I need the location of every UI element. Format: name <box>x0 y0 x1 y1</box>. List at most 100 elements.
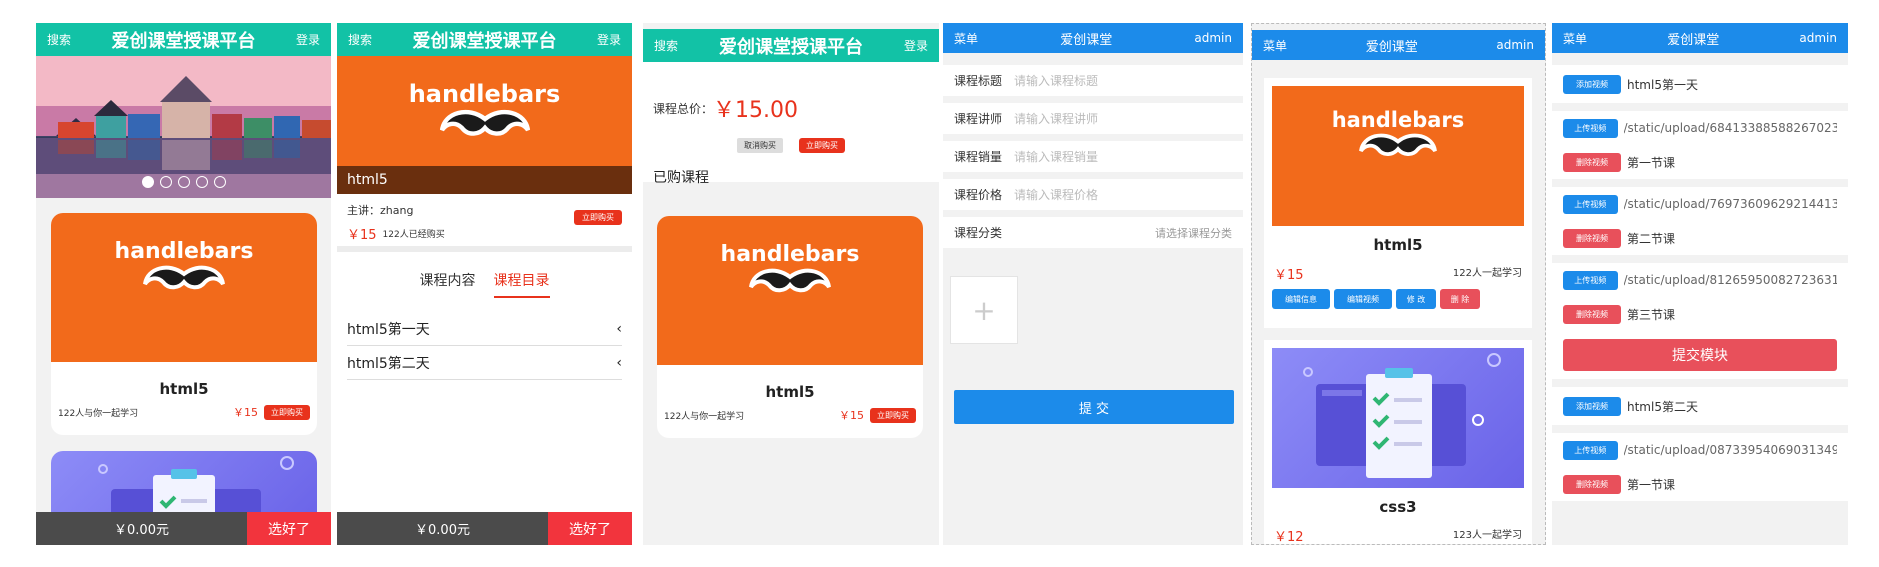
module-title: html5第二天 <box>1627 399 1698 414</box>
course-cover-handlebars: handlebars html5 <box>337 56 632 194</box>
login-link[interactable]: 登录 <box>597 31 621 48</box>
course-cover-handlebars: handlebars <box>1272 86 1524 226</box>
cart-total: ￥0.00元 <box>337 512 548 545</box>
detail-tabs: 课程内容 课程目录 <box>337 270 632 298</box>
purchased-course-card[interactable]: handlebars html5 122人与你一起学习 ￥15 立即购买 <box>657 216 923 438</box>
lesson-item[interactable]: html5第一天 ‹ <box>347 312 622 346</box>
chevron-left-icon: ‹ <box>616 354 622 371</box>
upload-video-button[interactable]: 上传视频 <box>1563 440 1618 460</box>
checkout-button[interactable]: 选好了 <box>247 512 331 545</box>
category-placeholder[interactable]: 请选择课程分类 <box>1155 225 1232 241</box>
purchase-summary: 课程总价： ￥15.00 取消购买 立即购买 已购课程 <box>643 62 939 186</box>
add-course-form-screen: 菜单 爱创课堂 admin 课程标题 请输入课程标题 课程讲师 请输入课程讲师 … <box>943 23 1243 545</box>
video-upload-row: 上传视频 /static/upload/76973609629214413... <box>1552 187 1848 221</box>
mustache-icon <box>143 265 225 290</box>
field-placeholder[interactable]: 请输入课程标题 <box>1014 72 1098 89</box>
upload-video-button[interactable]: 上传视频 <box>1563 118 1618 138</box>
admin-header: 菜单 爱创课堂 admin <box>1252 30 1545 60</box>
course-price-field[interactable]: 课程价格 请输入课程价格 <box>943 179 1243 210</box>
carousel-dot[interactable] <box>213 176 226 188</box>
cancel-purchase-button[interactable]: 取消购买 <box>737 138 783 153</box>
admin-user[interactable]: admin <box>1496 38 1534 52</box>
search-link[interactable]: 搜索 <box>348 31 372 48</box>
carousel-dot[interactable] <box>141 176 154 188</box>
cart-bar: ￥0.00元 选好了 <box>337 512 632 545</box>
module-title: html5第一天 <box>1627 77 1698 92</box>
banner-carousel[interactable] <box>36 56 331 198</box>
app-header: 搜索 爱创课堂授课平台 登录 <box>337 23 632 56</box>
menu-link[interactable]: 菜单 <box>1263 37 1287 54</box>
course-price: ￥15 <box>233 406 258 419</box>
upload-video-button[interactable]: 上传视频 <box>1563 194 1618 214</box>
mustache-icon <box>1359 133 1437 156</box>
search-link[interactable]: 搜索 <box>654 37 678 54</box>
admin-title: 爱创课堂 <box>1365 39 1418 55</box>
field-label: 课程讲师 <box>954 112 1003 126</box>
buy-now-button[interactable]: 立即购买 <box>264 404 310 420</box>
field-placeholder[interactable]: 请输入课程价格 <box>1014 186 1098 203</box>
buy-now-button[interactable]: 立即购买 <box>870 407 916 423</box>
course-card[interactable]: handlebars html5 122人与你一起学习 ￥15 立即购买 <box>51 213 317 435</box>
edit-info-button[interactable]: 编辑信息 <box>1272 289 1330 309</box>
video-path: /static/upload/81265950082723631... <box>1623 273 1838 287</box>
lesson-item[interactable]: html5第二天 ‹ <box>347 346 622 380</box>
course-cover-handlebars: handlebars <box>657 216 923 365</box>
buy-now-button[interactable]: 立即购买 <box>799 138 845 153</box>
delete-video-button[interactable]: 删除视频 <box>1563 474 1621 494</box>
mustache-icon <box>439 109 530 136</box>
delete-button[interactable]: 删 除 <box>1440 289 1480 309</box>
buyers-count: 122人已经购买 <box>382 230 445 240</box>
checkout-button[interactable]: 选好了 <box>548 512 632 545</box>
buy-now-button[interactable]: 立即购买 <box>574 210 622 225</box>
edit-video-button[interactable]: 编辑视频 <box>1334 289 1392 309</box>
course-title-field[interactable]: 课程标题 请输入课程标题 <box>943 65 1243 96</box>
purchase-screen: 搜索 爱创课堂授课平台 登录 课程总价： ￥15.00 取消购买 立即购买 已购… <box>643 23 939 545</box>
submit-button[interactable]: 提 交 <box>954 390 1234 424</box>
video-title: 第三节课 <box>1627 307 1676 322</box>
video-title: 第一节课 <box>1627 477 1676 492</box>
field-placeholder[interactable]: 请输入课程销量 <box>1014 148 1098 165</box>
admin-user[interactable]: admin <box>1194 31 1232 45</box>
learners-count: 122人一起学习 <box>1452 268 1522 279</box>
tab-course-catalog[interactable]: 课程目录 <box>493 270 550 298</box>
course-teacher-field[interactable]: 课程讲师 请输入课程讲师 <box>943 103 1243 134</box>
carousel-dot[interactable] <box>195 176 208 188</box>
course-info: 主讲：zhang ￥15 122人已经购买 立即购买 <box>337 194 632 246</box>
module-row: 添加视频 html5第一天 <box>1552 65 1848 103</box>
course-sales-field[interactable]: 课程销量 请输入课程销量 <box>943 141 1243 172</box>
delete-video-button[interactable]: 删除视频 <box>1563 152 1621 172</box>
app-title: 爱创课堂授课平台 <box>719 36 863 58</box>
field-label: 课程分类 <box>954 226 1003 240</box>
field-label: 课程价格 <box>954 188 1003 202</box>
carousel-dot[interactable] <box>159 176 172 188</box>
manage-course-card: css3 ￥12 123人一起学习 <box>1264 340 1532 544</box>
handlebars-logo-text: handlebars <box>408 80 561 108</box>
course-cover-css3 <box>1272 348 1524 488</box>
login-link[interactable]: 登录 <box>296 31 320 48</box>
modify-button[interactable]: 修 改 <box>1396 289 1436 309</box>
admin-user[interactable]: admin <box>1799 31 1837 45</box>
submit-module-button[interactable]: 提交模块 <box>1563 339 1837 371</box>
tab-course-content[interactable]: 课程内容 <box>420 270 476 298</box>
search-link[interactable]: 搜索 <box>47 31 71 48</box>
admin-title: 爱创课堂 <box>1667 32 1720 48</box>
course-manage-screen: 菜单 爱创课堂 admin handlebars html5 ￥15 122人一… <box>1251 23 1546 545</box>
video-manage-screen: 菜单 爱创课堂 admin 添加视频 html5第一天 上传视频 /static… <box>1552 23 1848 545</box>
add-video-button[interactable]: 添加视频 <box>1563 74 1621 94</box>
delete-video-button[interactable]: 删除视频 <box>1563 304 1621 324</box>
menu-link[interactable]: 菜单 <box>1563 30 1587 47</box>
login-link[interactable]: 登录 <box>904 37 928 54</box>
carousel-dot[interactable] <box>177 176 190 188</box>
add-video-button[interactable]: 添加视频 <box>1563 396 1621 416</box>
course-category-select[interactable]: 课程分类 请选择课程分类 <box>943 217 1243 248</box>
course-price: ￥15 <box>839 409 864 422</box>
cart-total: ￥0.00元 <box>36 512 247 545</box>
video-upload-row: 上传视频 /static/upload/68413388588267023... <box>1552 111 1848 145</box>
course-price: ￥15 <box>1274 268 1304 283</box>
field-placeholder[interactable]: 请输入课程讲师 <box>1014 110 1098 127</box>
video-upload-row: 上传视频 /static/upload/08733954069031349... <box>1552 433 1848 467</box>
menu-link[interactable]: 菜单 <box>954 30 978 47</box>
upload-video-button[interactable]: 上传视频 <box>1563 270 1618 290</box>
image-upload-box[interactable]: + <box>950 276 1018 344</box>
delete-video-button[interactable]: 删除视频 <box>1563 228 1621 248</box>
